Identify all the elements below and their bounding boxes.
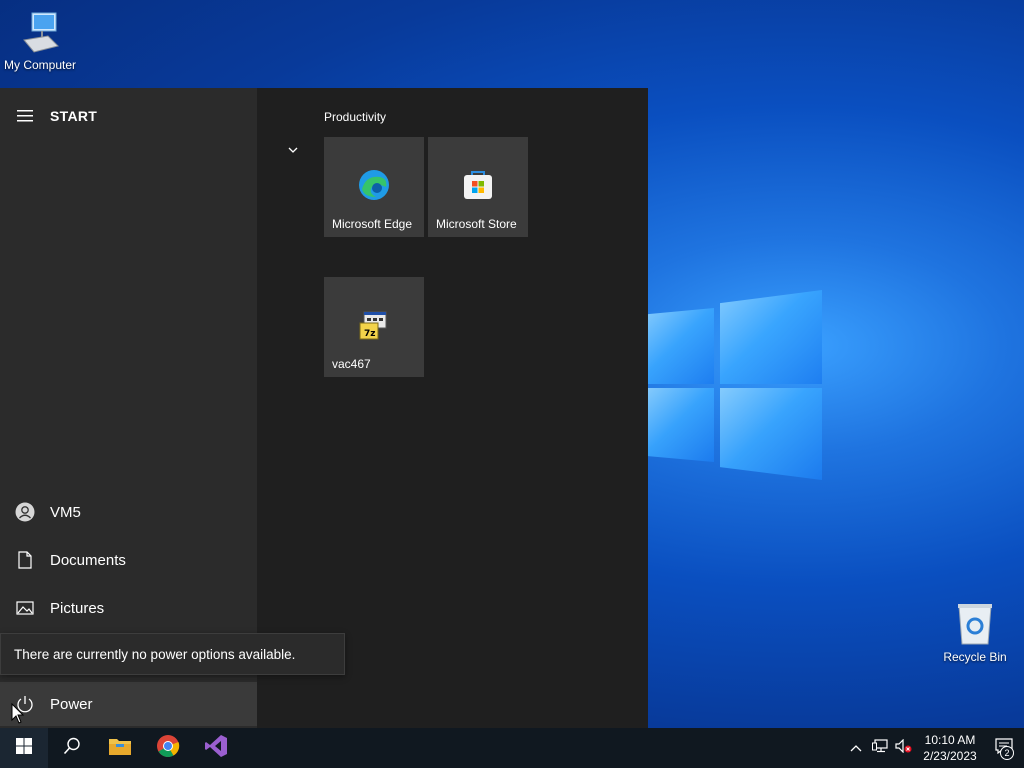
- start-title: START: [50, 108, 98, 124]
- edge-icon: [358, 169, 390, 201]
- start-menu-sidebar: START VM5 Documents Pictures Power: [0, 88, 257, 728]
- volume-button[interactable]: [892, 728, 916, 768]
- tile-vac467[interactable]: 7z vac467: [324, 277, 424, 377]
- desktop-icon-label: My Computer: [3, 58, 77, 72]
- system-tray: 10:10 AM 2/23/2023 2: [844, 728, 1024, 768]
- svg-text:7z: 7z: [364, 329, 376, 339]
- start-menu: START VM5 Documents Pictures Power There…: [0, 88, 648, 728]
- hamburger-menu-icon[interactable]: [0, 110, 50, 122]
- chevron-up-icon: [850, 739, 862, 757]
- taskbar: 10:10 AM 2/23/2023 2: [0, 728, 1024, 768]
- sidebar-item-label: Documents: [50, 551, 126, 569]
- clock-date: 2/23/2023: [923, 749, 977, 763]
- mouse-cursor-icon: [11, 702, 25, 730]
- desktop-icon-recycle-bin[interactable]: Recycle Bin: [935, 602, 1015, 664]
- tile-group-title[interactable]: Productivity: [324, 110, 386, 124]
- sidebar-item-label: Pictures: [50, 599, 105, 617]
- 7zip-installer-icon: 7z: [358, 309, 390, 341]
- search-icon: [63, 737, 81, 760]
- desktop-icon-label: Recycle Bin: [943, 650, 1007, 664]
- sidebar-item-power[interactable]: Power: [0, 682, 257, 726]
- document-icon: [0, 551, 50, 569]
- chrome-button[interactable]: [144, 728, 192, 768]
- power-tooltip: There are currently no power options ava…: [0, 633, 345, 675]
- computer-icon: [18, 10, 62, 54]
- file-explorer-icon: [108, 736, 132, 761]
- file-explorer-button[interactable]: [96, 728, 144, 768]
- sidebar-item-label: VM5: [50, 503, 81, 521]
- start-icon: [16, 737, 32, 759]
- tile-label: Microsoft Edge: [332, 217, 413, 231]
- sidebar-item-pictures[interactable]: Pictures: [0, 586, 257, 630]
- pictures-icon: [0, 601, 50, 615]
- store-icon: [462, 169, 494, 201]
- network-button[interactable]: [868, 728, 892, 768]
- wallpaper-windows-logo: [648, 290, 822, 480]
- tile-microsoft-store[interactable]: Microsoft Store: [428, 137, 528, 237]
- sidebar-item-documents[interactable]: Documents: [0, 538, 257, 582]
- power-icon: [0, 695, 50, 713]
- sidebar-item-user[interactable]: VM5: [0, 490, 257, 534]
- network-icon: [872, 738, 888, 758]
- sidebar-item-label: Power: [50, 695, 93, 713]
- action-center-button[interactable]: 2: [984, 728, 1024, 768]
- visual-studio-icon: [204, 734, 228, 763]
- notification-count-badge: 2: [1000, 746, 1014, 760]
- visual-studio-button[interactable]: [192, 728, 240, 768]
- start-header: START: [0, 104, 97, 128]
- desktop-icon-my-computer[interactable]: My Computer: [0, 10, 80, 72]
- chevron-down-icon[interactable]: [286, 142, 300, 160]
- show-hidden-icons-button[interactable]: [844, 728, 868, 768]
- clock[interactable]: 10:10 AM 2/23/2023: [916, 732, 984, 764]
- tile-microsoft-edge[interactable]: Microsoft Edge: [324, 137, 424, 237]
- tile-label: Microsoft Store: [436, 217, 517, 231]
- tile-label: vac467: [332, 357, 371, 371]
- clock-time: 10:10 AM: [924, 733, 976, 747]
- start-button[interactable]: [0, 728, 48, 768]
- chrome-icon: [156, 734, 180, 763]
- search-button[interactable]: [48, 728, 96, 768]
- volume-muted-icon: [895, 738, 913, 758]
- user-icon: [0, 502, 50, 522]
- recycle-bin-icon: [953, 602, 997, 646]
